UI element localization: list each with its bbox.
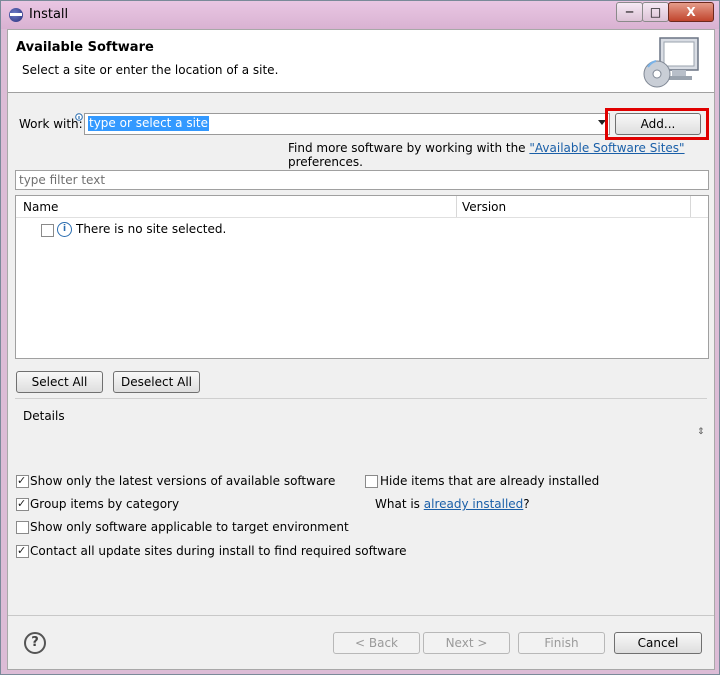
column-separator: [456, 196, 457, 217]
info-decoration-icon: [75, 113, 83, 121]
dialog-client-area: Available Software Select a site or ente…: [7, 29, 715, 670]
target-env-checkbox[interactable]: [16, 521, 29, 534]
details-scroll-icon[interactable]: ⇕: [697, 427, 705, 437]
dialog-header: Available Software Select a site or ente…: [8, 30, 714, 93]
row-name: There is no site selected.: [76, 222, 227, 236]
work-with-input-text[interactable]: type or select a site: [88, 116, 210, 131]
column-separator: [690, 196, 691, 217]
table-header: Name Version: [16, 196, 708, 218]
contact-sites-label: Contact all update sites during install …: [30, 544, 407, 558]
row-checkbox[interactable]: [41, 224, 54, 237]
back-button[interactable]: < Back: [333, 632, 420, 654]
deselect-all-button[interactable]: Deselect All: [113, 371, 200, 393]
highlight-box: [605, 108, 709, 140]
details-label: Details: [23, 409, 65, 423]
title-bar[interactable]: Install ─ □ X: [1, 1, 719, 29]
hide-installed-label: Hide items that are already installed: [380, 474, 600, 488]
info-icon: i: [57, 222, 72, 237]
help-icon[interactable]: ?: [24, 632, 46, 654]
work-with-label: Work with:: [19, 117, 83, 131]
window-title: Install: [29, 7, 69, 22]
find-more-suffix: preferences.: [288, 155, 363, 169]
already-installed-link[interactable]: already installed: [424, 497, 524, 511]
column-version[interactable]: Version: [462, 200, 506, 214]
what-is-prefix: What is: [375, 497, 424, 511]
find-more-prefix: Find more software by working with the: [288, 141, 530, 155]
install-cd-monitor-icon: [643, 37, 699, 88]
latest-versions-label: Show only the latest versions of availab…: [30, 474, 336, 488]
contact-sites-checkbox[interactable]: [16, 544, 29, 558]
available-software-sites-link[interactable]: "Available Software Sites": [529, 141, 684, 155]
details-group: Details ⇕: [15, 398, 707, 469]
column-name[interactable]: Name: [23, 200, 58, 214]
close-button[interactable]: X: [668, 2, 714, 22]
eclipse-app-icon: [9, 8, 23, 22]
filter-input[interactable]: type filter text: [15, 170, 709, 190]
next-button[interactable]: Next >: [423, 632, 510, 654]
maximize-button[interactable]: □: [642, 2, 669, 22]
find-more-text: Find more software by working with the "…: [288, 141, 714, 169]
cancel-button[interactable]: Cancel: [614, 632, 702, 654]
select-all-button[interactable]: Select All: [16, 371, 103, 393]
what-is-suffix: ?: [523, 497, 530, 511]
target-env-label: Show only software applicable to target …: [30, 520, 349, 534]
install-window: Install ─ □ X Available Software Select …: [0, 0, 720, 675]
group-by-category-label: Group items by category: [30, 497, 180, 511]
footer-separator: [8, 615, 714, 616]
latest-versions-checkbox[interactable]: [16, 474, 29, 488]
filter-placeholder: type filter text: [19, 173, 106, 187]
table-row[interactable]: i There is no site selected.: [16, 220, 708, 238]
hide-installed-checkbox[interactable]: [365, 475, 378, 488]
software-table[interactable]: Name Version i There is no site selected…: [15, 195, 709, 359]
what-is-installed-text: What is already installed?: [375, 497, 530, 511]
page-description: Select a site or enter the location of a…: [22, 63, 279, 77]
page-title: Available Software: [16, 40, 154, 55]
work-with-combo[interactable]: type or select a site: [84, 113, 610, 135]
minimize-button[interactable]: ─: [616, 2, 643, 22]
group-by-category-checkbox[interactable]: [16, 497, 29, 511]
finish-button[interactable]: Finish: [518, 632, 605, 654]
